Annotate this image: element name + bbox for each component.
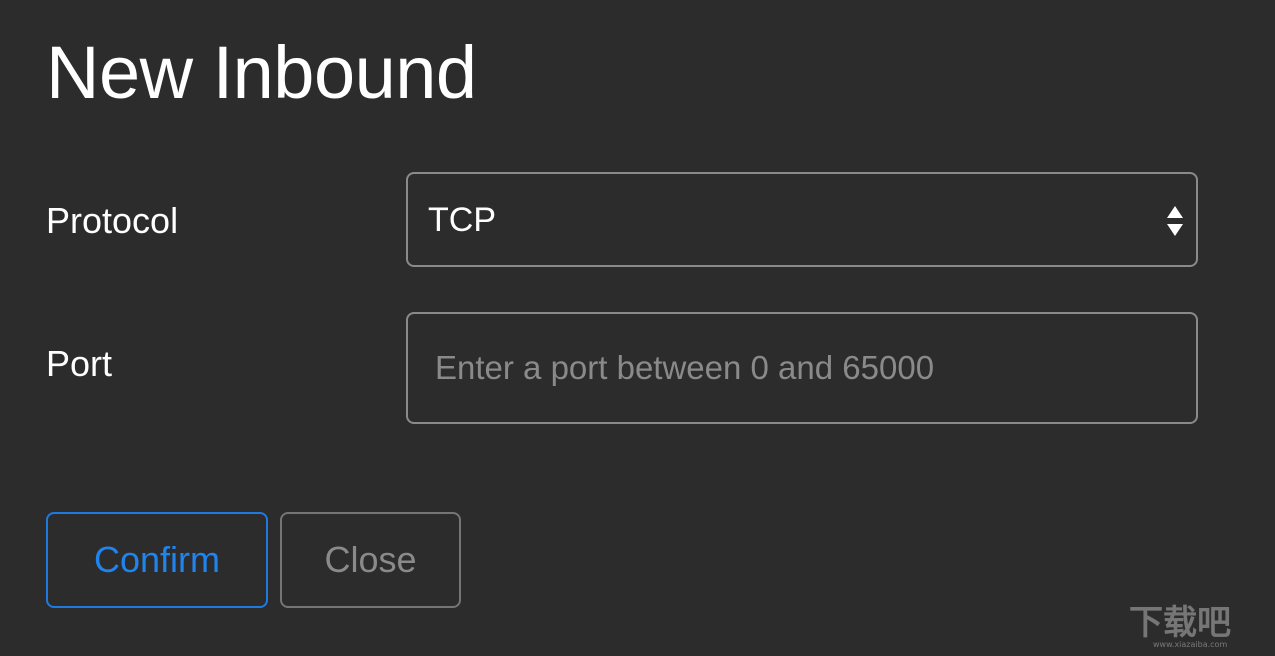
svg-text:www.xiazaiba.com: www.xiazaiba.com [1153, 640, 1227, 649]
port-input[interactable] [406, 312, 1198, 424]
confirm-button[interactable]: Confirm [46, 512, 268, 608]
dialog-title: New Inbound [46, 31, 477, 114]
protocol-select[interactable]: TCP [406, 172, 1198, 267]
protocol-selected-value: TCP [428, 201, 496, 239]
close-button[interactable]: Close [280, 512, 461, 608]
svg-text:下载吧: 下载吧 [1129, 603, 1231, 643]
port-label: Port [46, 343, 113, 384]
watermark-logo: 下载吧 www.xiazaiba.com [1129, 603, 1231, 649]
up-down-arrows-icon [1167, 206, 1183, 236]
protocol-label: Protocol [46, 200, 179, 241]
